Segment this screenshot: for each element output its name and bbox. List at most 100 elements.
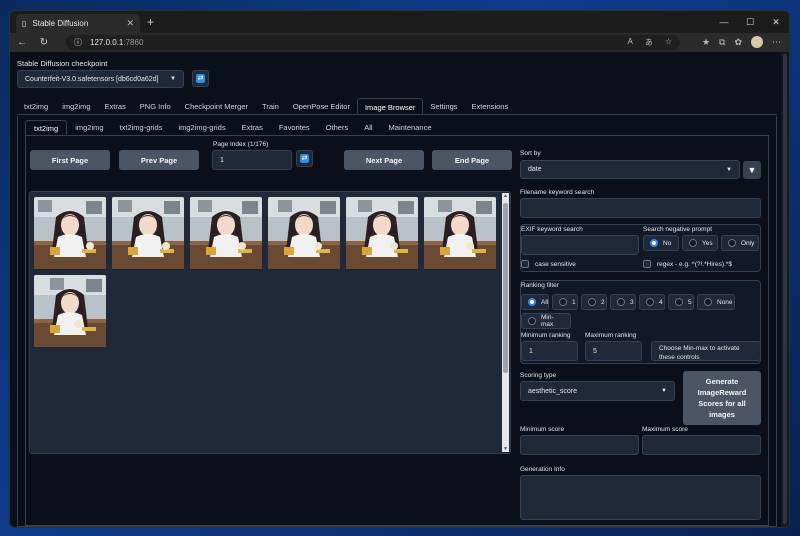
browser-tab[interactable]: ▯ Stable Diffusion ✕ [16,14,140,33]
scoring-type-dropdown[interactable]: aesthetic_score ▼ [520,381,675,401]
refresh-checkpoint-button[interactable]: ⇄ [192,70,209,87]
min-ranking-label: Minimum ranking [521,332,571,339]
ranking-filter-group: Ranking filter All 1 2 3 4 5 None Min-max Minim… [520,280,761,364]
tab-train[interactable]: Train [255,98,286,114]
sort-by-dropdown[interactable]: date ▼ [520,160,740,179]
maximize-icon[interactable]: ☐ [737,11,763,33]
exif-search-input[interactable] [521,235,639,255]
min-score-input[interactable] [520,435,639,455]
prev-page-button[interactable]: Prev Page [119,150,199,170]
reload-icon[interactable]: ↻ [38,37,50,48]
subtab-all[interactable]: All [356,120,380,135]
gallery-thumbnail[interactable] [346,197,418,269]
negative-radio-only[interactable]: Only [721,235,759,251]
sort-by-value: date [528,166,542,173]
tab-title: Stable Diffusion [32,19,89,28]
page-scrollbar[interactable] [781,52,789,527]
image-gallery: ▲ ▼ [29,191,511,454]
subtab-maintenance[interactable]: Maintenance [381,120,440,135]
gallery-thumbnail[interactable] [268,197,340,269]
gallery-thumbnail[interactable] [112,197,184,269]
ranking-radio-4[interactable]: 4 [639,294,665,310]
tab-openpose-editor[interactable]: OpenPose Editor [286,98,357,114]
ranking-radio-none[interactable]: None [697,294,735,310]
collections-icon[interactable]: ⧉ [719,37,725,48]
filename-search-input[interactable] [520,198,761,218]
refresh-icon: ⇄ [196,74,205,83]
ranking-radio-2[interactable]: 2 [581,294,607,310]
tab-checkpoint-merger[interactable]: Checkpoint Merger [178,98,255,114]
close-window-icon[interactable]: ✕ [763,11,789,33]
gallery-scrollbar[interactable]: ▲ ▼ [502,193,509,452]
checkpoint-dropdown[interactable]: Counterfeit-V3.0.safetensors [db6cd0a62d… [17,70,184,88]
subtab-txt2img[interactable]: txt2img [25,120,68,135]
favorite-star-icon[interactable]: ☆ [665,37,672,48]
more-menu-icon[interactable]: ⋯ [772,37,781,48]
back-icon[interactable]: ← [16,37,28,48]
tab-image-browser[interactable]: Image Browser [356,98,424,114]
subtab-img2img[interactable]: img2img [67,120,111,135]
info-icon[interactable]: ⓘ [74,37,82,48]
subtab-txt2img-grids[interactable]: txt2img-grids [112,120,171,135]
gallery-thumbnail[interactable] [34,275,106,347]
tab-txt2img[interactable]: txt2img [17,98,55,114]
extensions-icon[interactable]: ✿ [734,37,742,48]
radio-dot [650,239,658,247]
app-area: Stable Diffusion checkpoint Counterfeit-… [10,52,789,527]
gallery-thumbnail[interactable] [34,197,106,269]
generation-info-textarea[interactable] [520,475,761,520]
subtab-others[interactable]: Others [318,120,357,135]
radio-dot [588,298,596,306]
chevron-down-icon: ▼ [661,388,667,394]
ranking-radio-1[interactable]: 1 [552,294,578,310]
tab-content: First Page Prev Page Page Index (1/176) … [25,136,769,526]
case-sensitive-checkbox[interactable]: case sensitive [521,260,576,268]
max-score-input[interactable] [642,435,761,455]
tab-settings[interactable]: Settings [423,98,464,114]
subtab-img2img-grids[interactable]: img2img-grids [170,120,233,135]
radio-dot [728,239,736,247]
minimize-icon[interactable]: — [711,11,737,33]
sort-by-label: Sort by [520,150,541,157]
max-ranking-input[interactable]: 5 [585,341,642,361]
ranking-radio-3[interactable]: 3 [610,294,636,310]
gallery-thumbnail[interactable] [190,197,262,269]
regex-label: regex - e.g. ^(?!.*Hires).*$ [657,260,732,268]
checkpoint-label: Stable Diffusion checkpoint [17,59,108,68]
gallery-thumbnail[interactable] [424,197,496,269]
close-tab-icon[interactable]: ✕ [126,18,134,29]
url-field[interactable]: ⓘ 127.0.0.1:7860 A あ ☆ [66,35,680,50]
radio-label: Only [741,239,755,247]
first-page-button[interactable]: First Page [30,150,110,170]
sort-direction-button[interactable]: ▼ [743,161,761,179]
ranking-radio-5[interactable]: 5 [668,294,694,310]
ranking-radio-min-max[interactable]: Min-max [521,313,571,329]
next-page-button[interactable]: Next Page [344,150,424,170]
negative-radio-yes[interactable]: Yes [682,235,718,251]
new-tab-icon[interactable]: + [147,15,154,29]
chevron-down-icon: ▼ [726,166,732,173]
radio-dot [646,298,654,306]
min-ranking-input[interactable]: 1 [521,341,578,361]
generate-imagereward-button[interactable]: Generate ImageReward Scores for all imag… [683,371,761,425]
refresh-page-button[interactable]: ⇄ [296,150,313,167]
page-index-input[interactable]: 1 [212,150,292,170]
translate-icon[interactable]: あ [645,37,653,48]
regex-checkbox[interactable]: regex - e.g. ^(?!.*Hires).*$ [643,260,732,268]
profile-avatar[interactable] [751,36,763,48]
negative-radio-no[interactable]: No [643,235,679,251]
tab-extensions[interactable]: Extensions [465,98,516,114]
radio-label: 5 [688,298,692,306]
tab-png-info[interactable]: PNG Info [133,98,178,114]
read-aloud-icon[interactable]: A [627,37,632,48]
ranking-radio-all[interactable]: All [521,294,549,310]
subtab-favorites[interactable]: Favorites [271,120,318,135]
radio-dot [617,298,625,306]
tab-extras[interactable]: Extras [98,98,133,114]
subtab-extras[interactable]: Extras [234,120,271,135]
browser-window: ▯ Stable Diffusion ✕ + — ☐ ✕ ← ↻ ⓘ 127.0… [9,10,790,528]
ranking-filter-label: Ranking filter [521,282,559,289]
tab-img2img[interactable]: img2img [55,98,97,114]
end-page-button[interactable]: End Page [432,150,512,170]
favorites-icon[interactable]: ★ [702,37,710,48]
